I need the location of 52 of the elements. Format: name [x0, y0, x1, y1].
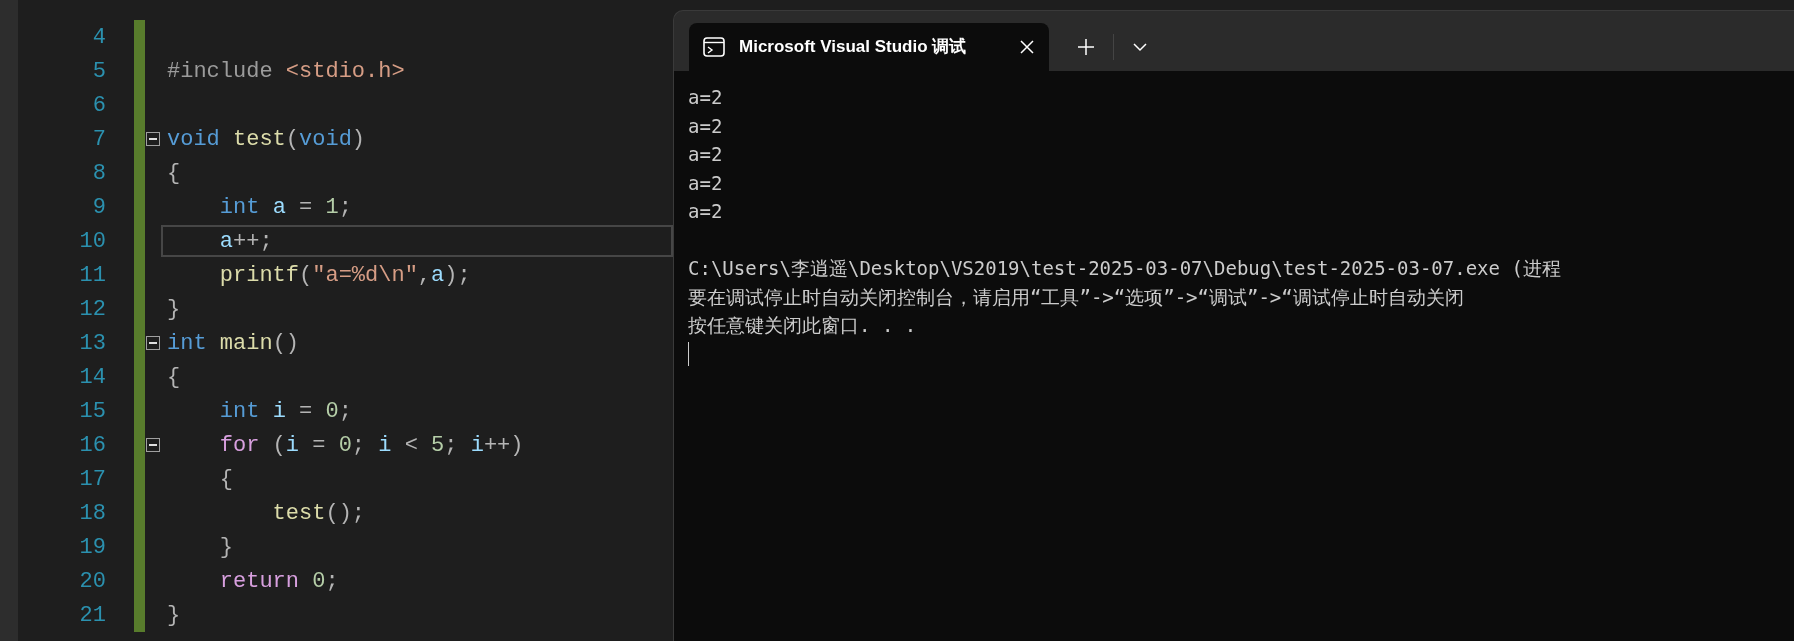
- console-icon: [703, 37, 725, 57]
- code-line: test();: [271, 499, 366, 528]
- collapse-icon[interactable]: [146, 132, 160, 146]
- plus-icon[interactable]: [1077, 38, 1095, 56]
- terminal-tab[interactable]: Microsoft Visual Studio 调试: [689, 23, 1049, 71]
- console-message-line: 按任意键关闭此窗口. . .: [688, 313, 917, 338]
- line-number: 14: [79, 363, 106, 392]
- code-line: for (i = 0; i < 5; i++): [218, 431, 524, 460]
- code-line: int main(): [167, 329, 300, 358]
- code-line: {: [218, 465, 233, 494]
- collapse-icon[interactable]: [146, 336, 160, 350]
- collapse-icon[interactable]: [146, 438, 160, 452]
- line-number: 10: [79, 227, 106, 256]
- code-line: return 0;: [218, 567, 339, 596]
- line-number: 11: [79, 261, 106, 290]
- tab-title: Microsoft Visual Studio 调试: [739, 36, 968, 59]
- console-output-line: a=2: [688, 142, 723, 167]
- code-line: }: [218, 533, 233, 562]
- line-number: 21: [79, 601, 106, 630]
- line-number: 15: [79, 397, 106, 426]
- code-line: {: [167, 159, 181, 188]
- close-icon[interactable]: [1019, 39, 1035, 55]
- line-number: 6: [92, 91, 106, 120]
- code-line: }: [167, 601, 181, 630]
- line-number: 17: [79, 465, 106, 494]
- line-number: 9: [92, 193, 106, 222]
- chevron-down-icon[interactable]: [1132, 42, 1148, 52]
- line-number: 8: [92, 159, 106, 188]
- line-number: 12: [79, 295, 106, 324]
- console-output-line: a=2: [688, 170, 723, 196]
- console-output-line: a=2: [688, 113, 723, 139]
- console-output-line: a=2: [688, 85, 723, 110]
- line-number: 4: [92, 23, 106, 52]
- text-cursor: [688, 341, 689, 366]
- line-number: 5: [92, 57, 106, 86]
- line-number: 20: [79, 567, 106, 596]
- line-number: 7: [92, 125, 106, 154]
- line-number: 19: [79, 533, 106, 562]
- code-line: printf("a=%d\n",a);: [218, 261, 471, 290]
- line-number: 18: [79, 499, 106, 528]
- code-line: {: [167, 363, 181, 392]
- code-line: void test(void): [167, 125, 366, 154]
- code-line: }: [167, 295, 181, 324]
- code-line: #include <stdio.h>: [167, 57, 405, 86]
- code-line: int a = 1;: [218, 193, 352, 222]
- code-line: a++;: [218, 227, 273, 256]
- line-number: 16: [79, 431, 106, 460]
- code-line: int i = 0;: [218, 397, 352, 426]
- console-message-line: 要在调试停止时自动关闭控制台，请启用“工具”->“选项”->“调试”->“调试停止时自动关闭: [688, 284, 1464, 310]
- line-number: 13: [79, 329, 106, 358]
- console-output-line: a=2: [688, 199, 723, 224]
- console-message-line: C:\Users\李逍遥\Desktop\VS2019\test-2025-03-07\Debug\test-2025-03-07.exe (进程: [688, 256, 1561, 281]
